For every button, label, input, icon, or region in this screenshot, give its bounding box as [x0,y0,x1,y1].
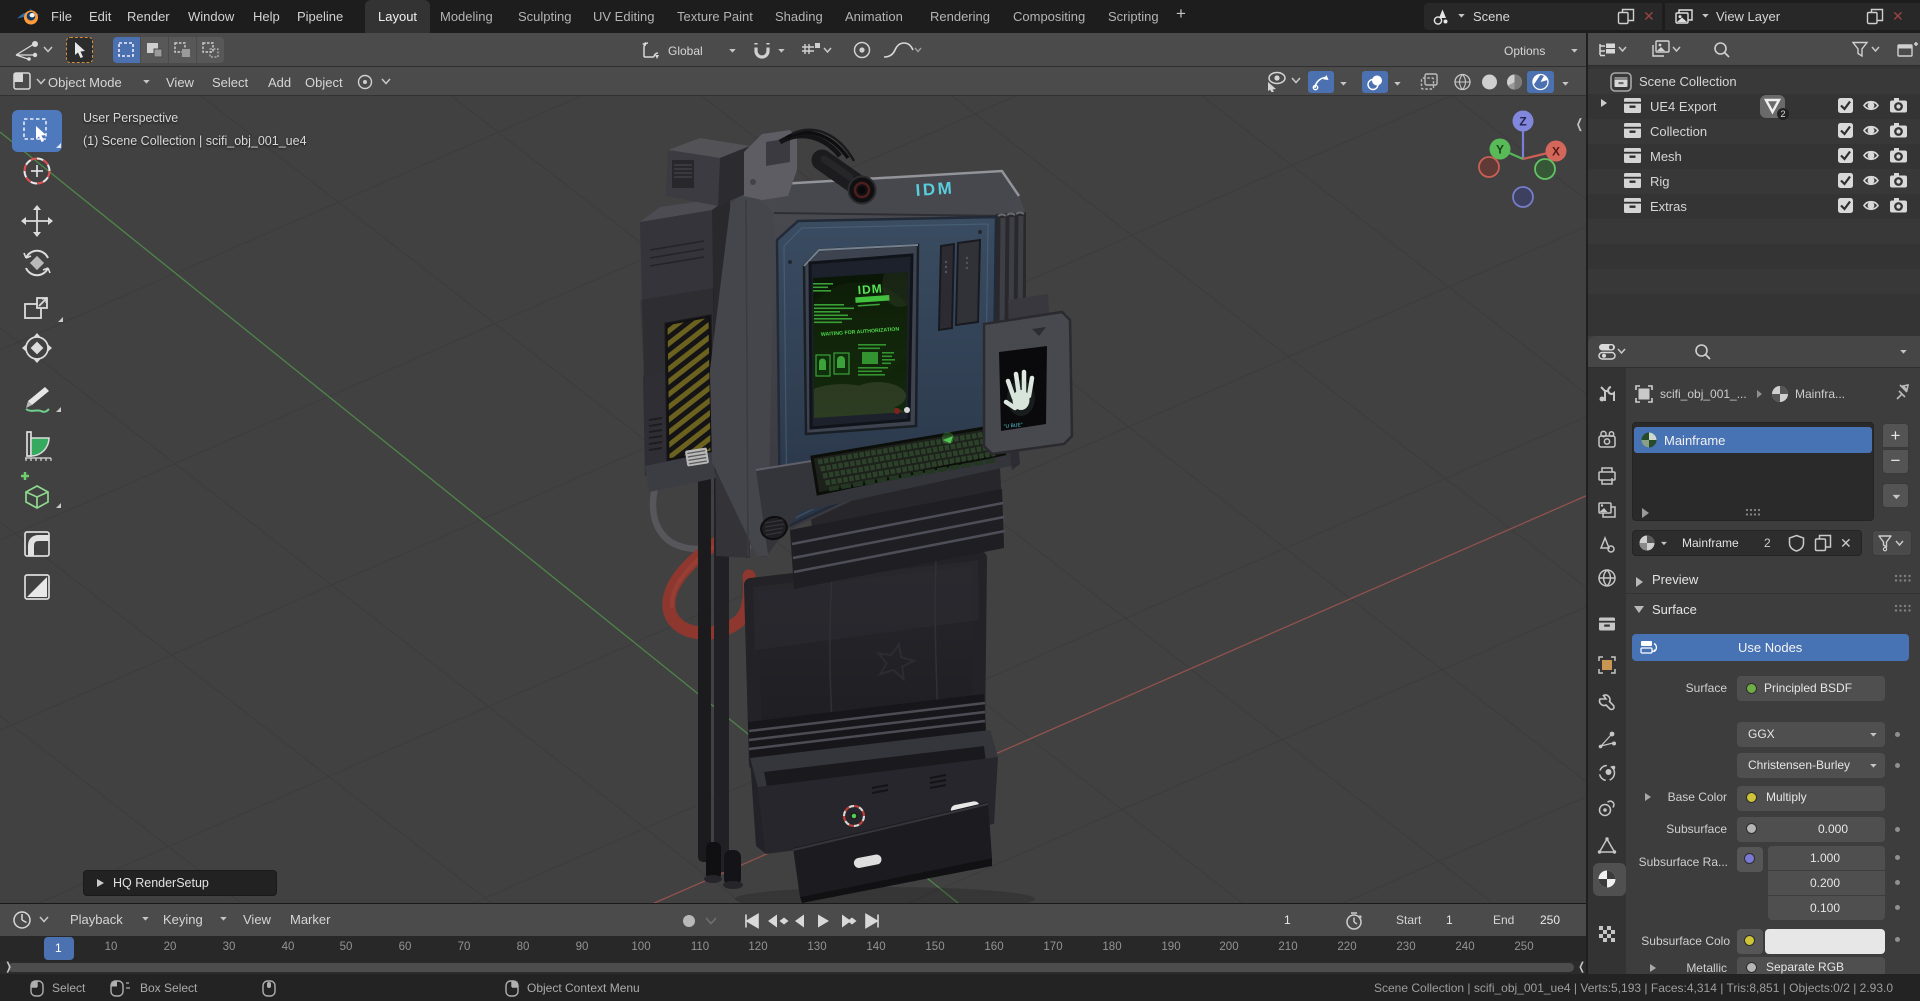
svg-text:IDM: IDM [857,281,883,297]
svg-text:IDM: IDM [915,178,955,200]
svg-text:Z: Z [1519,115,1526,129]
svg-text:Y: Y [1496,143,1504,157]
svg-text:X: X [1552,145,1560,159]
